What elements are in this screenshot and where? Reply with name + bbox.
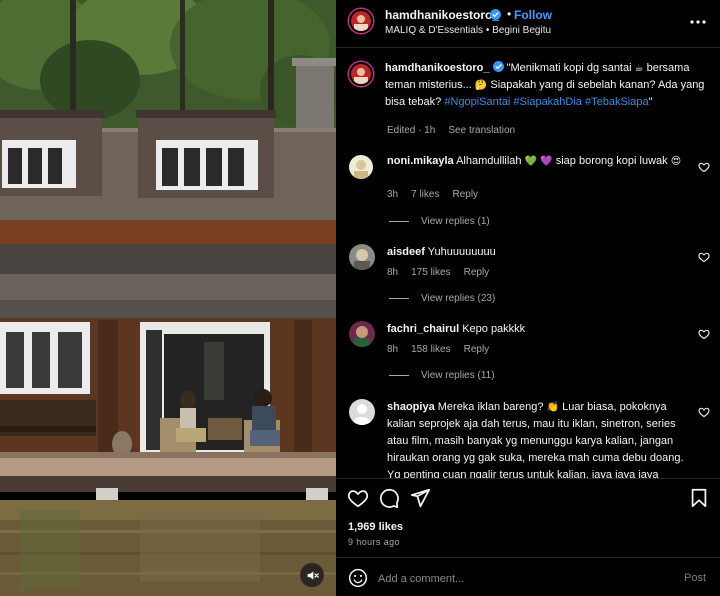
thinking-emoji: 🤔 xyxy=(474,80,488,91)
heart-eyes-emoji: 😍 xyxy=(670,156,682,167)
comment-input[interactable] xyxy=(378,570,668,587)
post-media[interactable] xyxy=(0,0,336,596)
comment-avatar[interactable] xyxy=(349,244,375,270)
author-avatar[interactable] xyxy=(349,9,373,33)
see-translation-link[interactable]: See translation xyxy=(448,125,515,136)
post-header: hamdhanikoestoro_ • Follow MALIQ & D'Ess… xyxy=(336,0,720,48)
emoji-icon[interactable] xyxy=(348,568,368,588)
post-likes-count[interactable]: 1,969 likes xyxy=(348,521,403,533)
comment-like-heart-icon[interactable] xyxy=(698,406,710,418)
mute-toggle-button[interactable] xyxy=(300,563,324,587)
header-separator-dot: • xyxy=(507,7,512,21)
clapping-emoji: 👏 xyxy=(546,402,560,413)
muted-speaker-icon xyxy=(307,570,319,580)
comment-meta: 8h 158 likes Reply xyxy=(387,344,502,355)
comment-body: Kepo pakkkk xyxy=(459,323,526,335)
comment-text: shaopiya Mereka iklan bareng? 👏 Luar bia… xyxy=(387,399,687,478)
comment-username[interactable]: shaopiya xyxy=(387,401,435,413)
comment-like-heart-icon[interactable] xyxy=(698,328,710,340)
author-username[interactable]: hamdhanikoestoro_ xyxy=(385,8,499,22)
follow-button[interactable]: Follow xyxy=(514,8,552,22)
comment-body: Yuhuuuuuuuu xyxy=(424,246,496,258)
comment-like-heart-icon[interactable] xyxy=(698,161,710,173)
comment-avatar[interactable] xyxy=(349,321,375,347)
comment-input-divider xyxy=(336,557,720,558)
comment-like-heart-icon[interactable] xyxy=(698,251,710,263)
comment-meta: 8h 175 likes Reply xyxy=(387,267,502,278)
comment-username[interactable]: noni.mikayla xyxy=(387,155,454,167)
comment-time: 3h xyxy=(387,189,399,200)
replies-line xyxy=(389,220,409,222)
caption-author-avatar[interactable] xyxy=(349,62,373,86)
comment-body: Mereka iklan bareng? xyxy=(434,401,547,413)
verified-badge-icon xyxy=(490,9,501,20)
comment-body-cont: siap borong kopi luwak xyxy=(552,155,671,167)
replies-line xyxy=(389,297,409,299)
comment-likes[interactable]: 175 likes xyxy=(411,267,450,278)
view-replies-button[interactable]: View replies (1) xyxy=(389,216,490,227)
caption-edited-time: Edited · 1h xyxy=(387,125,436,136)
bookmark-icon[interactable] xyxy=(688,487,710,509)
post-side-panel: hamdhanikoestoro_ • Follow MALIQ & D'Ess… xyxy=(336,0,720,596)
comment-username[interactable]: aisdeef xyxy=(387,246,425,258)
caption-meta: Edited · 1h See translation xyxy=(387,125,528,136)
coffee-emoji: ☕ xyxy=(634,63,644,74)
comment-likes[interactable]: 158 likes xyxy=(411,344,450,355)
comment-body: Alhamdullilah xyxy=(453,155,525,167)
replies-line xyxy=(389,374,409,376)
comment-reply-button[interactable]: Reply xyxy=(452,189,478,200)
heart-icon[interactable] xyxy=(347,487,369,509)
caption-text-end: " xyxy=(648,96,653,108)
caption-text: hamdhanikoestoro_ "Menikmati kopi dg san… xyxy=(385,60,707,111)
caption-hashtag-tebaksiapa[interactable]: #TebakSiapa xyxy=(585,96,649,108)
view-replies-label: View replies (1) xyxy=(421,216,490,227)
post-photo xyxy=(0,0,336,596)
comment-meta: 3h 7 likes Reply xyxy=(387,189,491,200)
comment-avatar[interactable] xyxy=(349,155,373,179)
view-replies-label: View replies (23) xyxy=(421,293,496,304)
comment-time: 8h xyxy=(387,344,399,355)
comment-text: noni.mikayla Alhamdullilah 💚 💜 siap boro… xyxy=(387,153,687,170)
view-replies-button[interactable]: View replies (23) xyxy=(389,293,495,304)
verified-badge-icon xyxy=(492,61,504,72)
actions-divider xyxy=(336,478,720,479)
comment-reply-button[interactable]: Reply xyxy=(464,267,490,278)
comment-username[interactable]: fachri_chairul xyxy=(387,323,459,335)
caption-hashtags[interactable]: #NgopiSantai #SiapakahDia xyxy=(444,96,582,108)
view-replies-button[interactable]: View replies (11) xyxy=(389,370,495,381)
audio-track-link[interactable]: MALIQ & D'Essentials • Begini Begitu xyxy=(385,25,551,36)
caption-text-part-1: "Menikmati kopi dg santai xyxy=(503,62,635,74)
hearts-emoji: 💚 💜 xyxy=(524,156,553,167)
more-options-icon[interactable] xyxy=(688,12,708,32)
comment-icon[interactable] xyxy=(378,487,400,509)
comment-text: fachri_chairul Kepo pakkkk xyxy=(387,321,687,338)
comment-time: 8h xyxy=(387,267,399,278)
post-comment-button[interactable]: Post xyxy=(684,572,706,584)
view-replies-label: View replies (11) xyxy=(421,370,495,381)
comment-likes[interactable]: 7 likes xyxy=(411,189,439,200)
comment-avatar[interactable] xyxy=(349,399,375,425)
comment-text: aisdeef Yuhuuuuuuuu xyxy=(387,244,687,261)
comment-reply-button[interactable]: Reply xyxy=(464,344,490,355)
post-timestamp[interactable]: 9 hours ago xyxy=(348,537,400,547)
caption-username[interactable]: hamdhanikoestoro_ xyxy=(385,62,490,74)
comments-list[interactable]: hamdhanikoestoro_ "Menikmati kopi dg san… xyxy=(336,48,720,478)
share-icon[interactable] xyxy=(409,487,431,509)
